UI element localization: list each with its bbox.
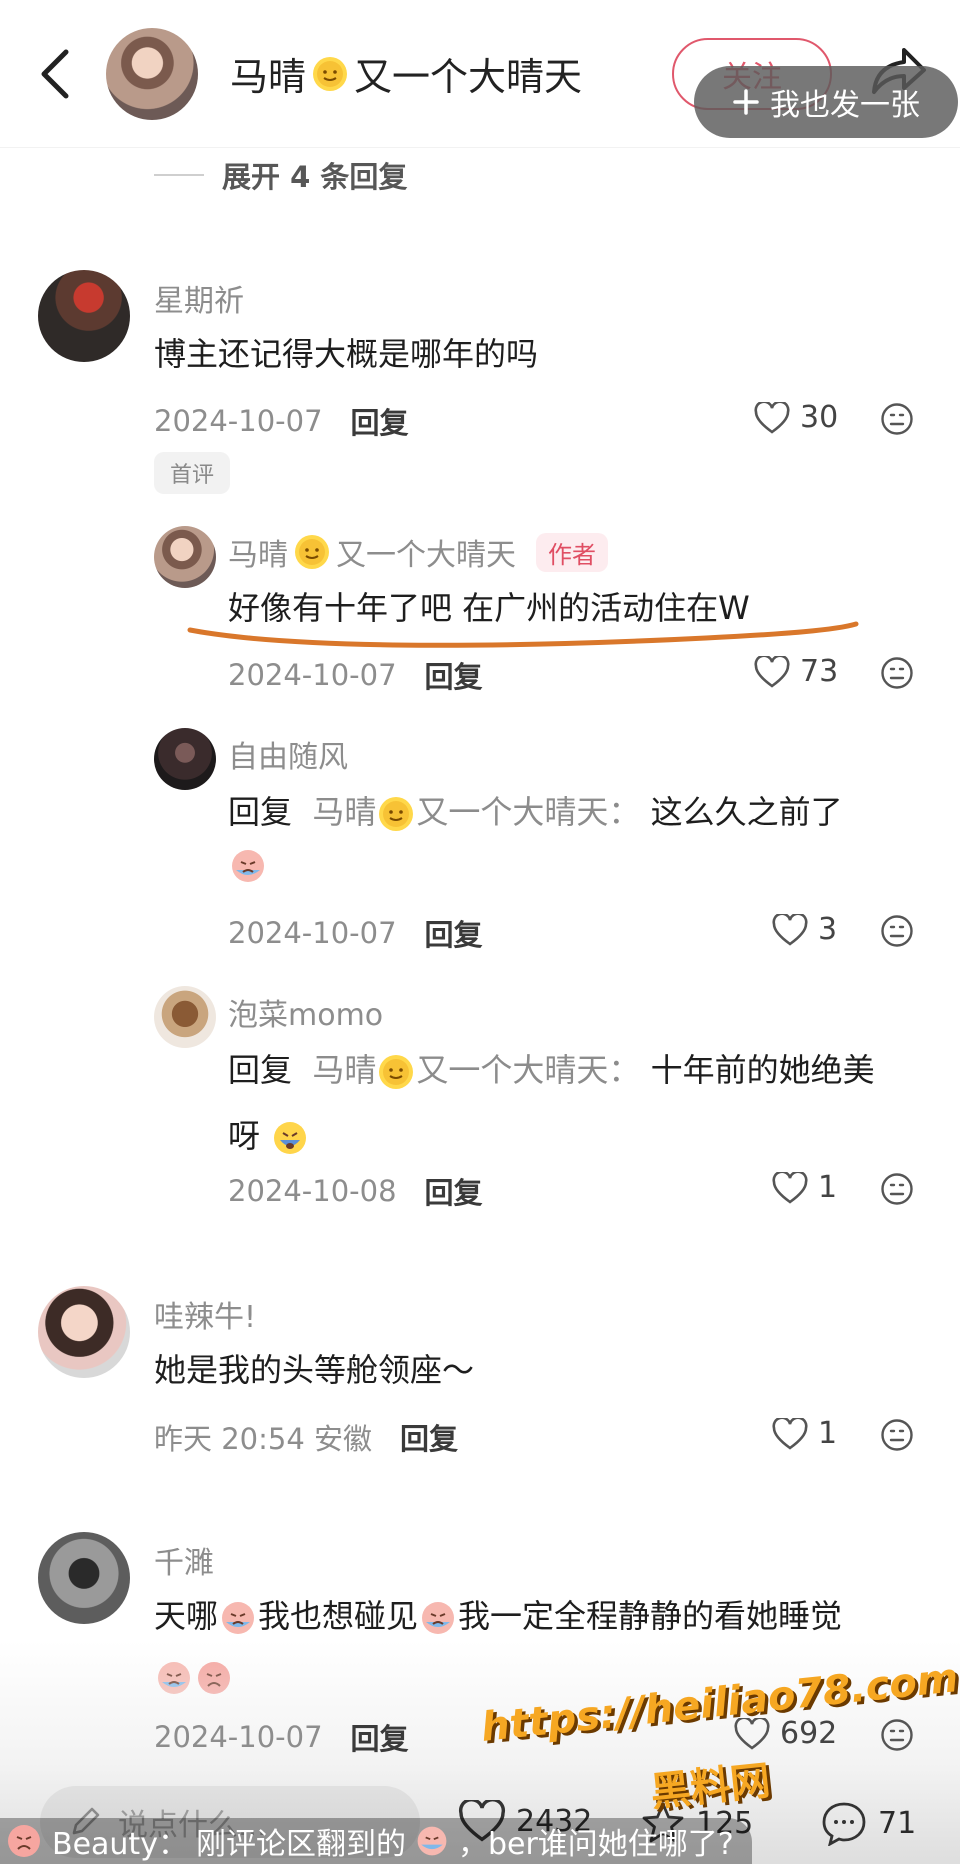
divider: [154, 174, 204, 176]
like-count: 1: [818, 1416, 838, 1451]
avatar[interactable]: [154, 526, 216, 588]
comment-username[interactable]: 哇辣牛!: [154, 1292, 256, 1336]
like-count: 1: [818, 1170, 838, 1205]
dislike-face-icon[interactable]: [880, 1718, 914, 1752]
author-avatar[interactable]: [106, 28, 198, 120]
dislike-face-icon[interactable]: [880, 656, 914, 690]
reply-meta: 2024-10-07 回复: [228, 654, 483, 696]
top-bar: 马晴 又一个大晴天 关注 我也发一张: [0, 0, 960, 148]
comment-bubble-icon: [822, 1802, 866, 1846]
crying-face-emoji-icon: [222, 1602, 255, 1634]
reply-username[interactable]: 自由随风: [228, 732, 348, 776]
back-arrow-icon[interactable]: [30, 44, 80, 104]
sun-face-emoji-icon: [379, 1055, 414, 1089]
reply-username[interactable]: 泡菜momo: [228, 990, 383, 1034]
reply-button[interactable]: 回复: [400, 1416, 458, 1458]
comment-meta: 2024-10-07 回复: [154, 1716, 409, 1758]
dislike-face-icon[interactable]: [880, 402, 914, 436]
teary-face-emoji-icon: [274, 1122, 307, 1154]
comment-date: 2024-10-07: [154, 404, 323, 438]
heart-icon: [772, 913, 808, 946]
avatar[interactable]: [154, 728, 216, 790]
like-count: 73: [800, 654, 839, 689]
comment-username[interactable]: 星期祈: [154, 276, 244, 320]
reply-date: 2024-10-08: [228, 1174, 397, 1208]
crying-face-emoji-icon: [232, 850, 264, 882]
edge-back-icon[interactable]: [0, 70, 30, 130]
reply-button[interactable]: 回复: [425, 654, 483, 696]
reply-date: 2024-10-07: [228, 658, 397, 692]
heart-icon: [772, 1171, 808, 1204]
expand-replies[interactable]: 展开 4 条回复: [154, 154, 407, 196]
comments-button[interactable]: 71: [820, 1800, 916, 1846]
crying-face-emoji-icon: [422, 1602, 455, 1634]
comment-text: 她是我的头等舱领座～: [154, 1351, 475, 1389]
author-badge: 作者: [536, 532, 608, 572]
reply-button[interactable]: 回复: [351, 1716, 409, 1758]
plus-icon: [733, 89, 759, 115]
comment-meta: 昨天 20:54 安徽 回复: [154, 1416, 458, 1458]
like-count: 692: [780, 1716, 838, 1751]
mention-link[interactable]: 马晴 又一个大晴天：: [302, 793, 640, 831]
like-button[interactable]: 1: [772, 1170, 837, 1205]
avatar[interactable]: [38, 270, 130, 362]
dislike-face-icon[interactable]: [880, 1418, 914, 1452]
reply-button[interactable]: 回复: [425, 1170, 483, 1212]
reply-text: 回复 马晴 又一个大晴天： 十年前的她绝美: [228, 1034, 875, 1106]
comment-date: 2024-10-07: [154, 1720, 323, 1754]
like-button[interactable]: 3: [772, 912, 837, 947]
heart-icon: [772, 1417, 808, 1450]
reply-username[interactable]: 马晴 又一个大晴天 作者: [228, 530, 608, 574]
avatar[interactable]: [154, 986, 216, 1048]
like-count: 30: [800, 400, 839, 435]
reply-text-line2: 呀: [228, 1100, 310, 1172]
crying-face-emoji-icon: [417, 1826, 447, 1856]
danmaku-text: 刚评论区翻到的: [195, 1827, 406, 1862]
comment-username[interactable]: 千濉: [154, 1538, 214, 1582]
comment-text: 博主还记得大概是哪年的吗: [154, 335, 539, 373]
author-name[interactable]: 马晴 又一个大晴天: [230, 46, 582, 101]
danmaku-text: ，ber谁问她住哪了?: [457, 1827, 734, 1862]
like-button[interactable]: 1: [772, 1416, 837, 1451]
post-too-button[interactable]: 我也发一张: [694, 66, 958, 138]
like-button[interactable]: 73: [754, 654, 838, 689]
sun-face-emoji-icon: [379, 797, 414, 831]
danmaku-user: Beauty：: [52, 1827, 188, 1862]
reply-text: 回复 马晴 又一个大晴天： 这么久之前了: [228, 776, 843, 848]
heart-icon: [754, 401, 790, 434]
avatar[interactable]: [38, 1532, 130, 1624]
reply-button[interactable]: 回复: [425, 912, 483, 954]
mention-link[interactable]: 马晴 又一个大晴天：: [302, 1051, 640, 1089]
reply-button[interactable]: 回复: [351, 400, 409, 442]
avatar[interactable]: [38, 1286, 130, 1378]
heart-icon: [754, 655, 790, 688]
sun-face-emoji-icon: [295, 535, 329, 569]
comment-date: 昨天 20:54 安徽: [154, 1422, 373, 1456]
reply-meta: 2024-10-08 回复: [228, 1170, 483, 1212]
sad-face-emoji-icon: [8, 1825, 40, 1857]
first-comment-badge: 首评: [154, 452, 231, 494]
dislike-face-icon[interactable]: [880, 1172, 914, 1206]
comment-meta: 2024-10-07 回复: [154, 400, 409, 442]
like-button[interactable]: 30: [754, 400, 838, 435]
reply-meta: 2024-10-07 回复: [228, 912, 483, 954]
danmaku-bar: Beauty： 刚评论区翻到的 ，ber谁问她住哪了?: [0, 1818, 752, 1864]
dislike-face-icon[interactable]: [880, 914, 914, 948]
like-count: 3: [818, 912, 838, 947]
hand-drawn-underline: [187, 621, 859, 648]
reply-date: 2024-10-07: [228, 916, 397, 950]
sun-face-emoji-icon: [313, 56, 348, 91]
